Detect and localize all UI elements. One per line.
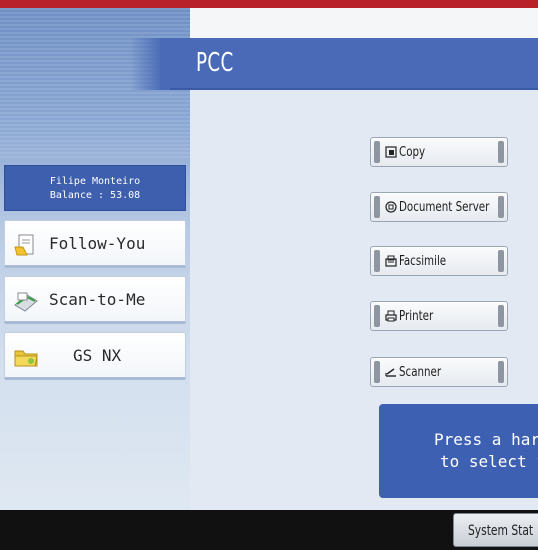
user-balance: Balance : 53.08 xyxy=(49,190,141,201)
facsimile-label: Facsimile xyxy=(399,254,447,269)
printer-icon xyxy=(385,310,397,322)
document-icon xyxy=(14,234,34,256)
copy-icon xyxy=(385,146,397,158)
document-server-button[interactable]: Document Server xyxy=(370,192,508,222)
title-bar: PCC xyxy=(130,38,538,90)
instruction-message: Press a har to select f xyxy=(379,404,538,498)
user-info-box: Filipe Monteiro Balance : 53.08 xyxy=(4,165,186,211)
gs-nx-button[interactable]: GS NX xyxy=(4,332,186,380)
user-name: Filipe Monteiro xyxy=(49,176,141,187)
printer-button[interactable]: Printer xyxy=(370,301,508,331)
follow-you-label: Follow-You xyxy=(49,234,146,253)
facsimile-button[interactable]: Facsimile xyxy=(370,246,508,276)
gs-nx-label: GS NX xyxy=(73,346,122,365)
system-status-label: System Stat xyxy=(468,523,534,539)
instruction-line-2: to select f xyxy=(440,452,538,471)
scanner-icon xyxy=(385,368,396,377)
copy-label: Copy xyxy=(399,145,426,160)
instruction-line-1: Press a har xyxy=(434,430,538,449)
scanner-button[interactable]: Scanner xyxy=(370,357,508,387)
page-title: PCC xyxy=(196,48,234,78)
top-accent-strip xyxy=(0,0,538,8)
scanner-label: Scanner xyxy=(399,365,442,380)
copy-button[interactable]: Copy xyxy=(370,137,508,167)
document-server-icon xyxy=(385,201,397,213)
facsimile-icon xyxy=(385,255,397,267)
document-server-label: Document Server xyxy=(399,200,490,215)
printer-label: Printer xyxy=(399,309,434,324)
system-status-button[interactable]: System Stat xyxy=(453,513,538,547)
scan-to-me-label: Scan-to-Me xyxy=(49,290,146,309)
scan-icon xyxy=(14,292,38,312)
folder-icon xyxy=(14,350,38,367)
follow-you-button[interactable]: Follow-You xyxy=(4,220,186,268)
scan-to-me-button[interactable]: Scan-to-Me xyxy=(4,276,186,324)
